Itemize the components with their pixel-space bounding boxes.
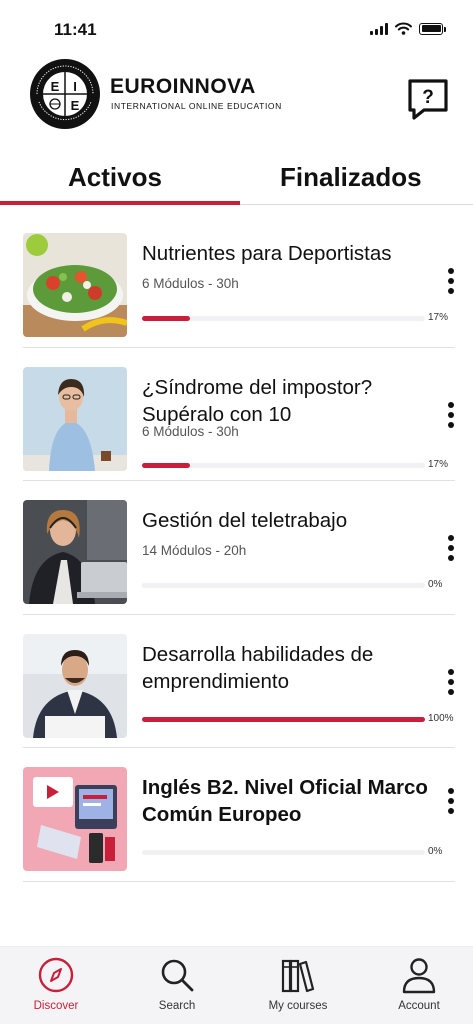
progress-percent: 17% [428,312,449,323]
progress-bar [142,716,425,722]
svg-text:?: ? [422,87,434,108]
svg-text:E: E [71,98,80,113]
course-card[interactable]: Nutrientes para Deportistas 6 Módulos - … [23,214,455,348]
help-chat-button[interactable]: ? [405,76,451,122]
brand-subtitle: INTERNATIONAL ONLINE EDUCATION [111,101,282,111]
app-header: E I E EUROINNOVA INTERNATIONAL ONLINE ED… [0,58,473,132]
headset-woman-laptop-image [23,500,127,604]
progress-percent: 0% [428,846,443,857]
progress-percent: 0% [428,579,443,590]
search-icon [161,959,194,992]
course-title: Gestión del teletrabajo [142,509,348,532]
progress-percent: 100% [428,712,454,724]
salad-bowl-image [23,233,127,337]
course-tabs: Activos Finalizados [0,160,473,205]
active-tab-indicator [0,201,240,205]
brand-name: EUROINNOVA [110,75,256,98]
battery-icon [419,22,446,35]
progress-fill [142,462,191,468]
more-options-button[interactable] [445,668,457,695]
progress-fill [142,716,425,722]
bottom-navigation: Discover Search My courses Account [0,946,473,1024]
course-meta: 6 Módulos - 30h [142,423,239,439]
books-icon [281,959,315,993]
course-card[interactable]: Inglés B2. Nivel Oficial Marco Común Eur… [23,748,455,882]
more-options-button[interactable] [445,268,457,294]
progress-percent: 17% [428,458,449,470]
signal-icon [370,22,388,35]
status-icons [370,22,446,35]
nav-discover-label: Discover [33,1000,79,1012]
more-options-button[interactable] [445,788,457,814]
course-list: Nutrientes para Deportistas 6 Módulos - … [23,214,455,882]
tab-activos[interactable]: Activos [68,162,162,193]
more-options-button[interactable] [445,535,457,561]
progress-fill [142,316,191,321]
course-title: Desarrolla habilidades de emprendimiento [142,642,374,693]
course-meta: 14 Módulos - 20h [142,543,247,558]
tab-finalizados[interactable]: Finalizados [280,162,422,193]
status-time: 11:41 [54,20,97,39]
wifi-icon [395,22,412,35]
nav-account[interactable]: Account [369,955,469,1012]
course-title: ¿Síndrome del impostor? Supéralo con 10 [142,375,373,426]
progress-bar [142,583,425,588]
nav-search-label: Search [158,1000,196,1012]
compass-icon [38,957,74,993]
user-icon [402,958,436,994]
more-options-button[interactable] [445,401,457,428]
nav-account-label: Account [398,1000,440,1012]
course-title: Nutrientes para Deportistas [142,242,392,265]
nav-search[interactable]: Search [127,955,227,1012]
online-learning-illustration [23,767,127,871]
euroinnova-logo: E I E [30,59,100,129]
progress-bar [142,850,425,855]
nav-my-courses[interactable]: My courses [248,955,348,1012]
svg-text:I: I [73,79,77,94]
course-meta: 6 Módulos - 30h [142,276,239,291]
nav-discover[interactable]: Discover [6,955,106,1012]
nav-my-courses-label: My courses [268,1000,328,1012]
progress-bar [142,316,425,321]
businessman-image [23,633,127,738]
progress-bar [142,462,425,468]
course-card[interactable]: ¿Síndrome del impostor? Supéralo con 10 … [23,348,457,481]
svg-text:E: E [51,79,60,94]
smiling-woman-image [23,366,127,471]
status-bar: 11:41 [0,0,473,58]
course-card[interactable]: Desarrolla habilidades de emprendimiento… [23,615,457,748]
course-card[interactable]: Gestión del teletrabajo 14 Módulos - 20h… [23,481,455,615]
course-title: Inglés B2. Nivel Oficial Marco Común Eur… [142,776,428,826]
